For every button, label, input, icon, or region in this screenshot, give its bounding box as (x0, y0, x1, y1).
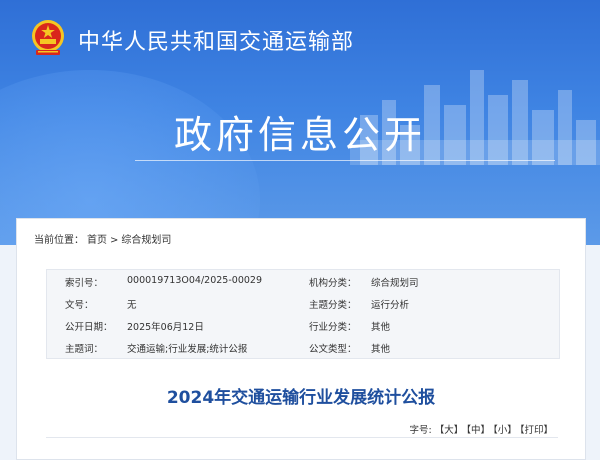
keywords-value: 交通运输;行业发展;统计公报 (127, 344, 248, 355)
document-type-label: 公文类型： (309, 344, 357, 355)
document-metadata-table: 索引号： 000019713O04/2025-00029 机构分类： 综合规划司… (46, 269, 560, 359)
document-number-value: 无 (127, 300, 137, 311)
font-small-button[interactable]: 【小】 (493, 425, 517, 436)
index-number-value: 000019713O04/2025-00029 (127, 275, 262, 286)
section-title: 政府信息公开 (173, 113, 426, 157)
content-divider (46, 437, 558, 438)
print-button[interactable]: 【打印】 (520, 425, 553, 436)
publish-date-label: 公开日期： (65, 322, 113, 333)
header-banner: 中华人民共和国交通运输部 政府信息公开 (0, 0, 600, 245)
table-row: 文号： 无 主题分类： 运行分析 (47, 292, 559, 314)
breadcrumb-separator: > (110, 235, 119, 246)
breadcrumb: 当前位置： 首页 > 综合规划司 (34, 231, 174, 246)
publish-date-value: 2025年06月12日 (127, 322, 204, 333)
topic-category-label: 主题分类： (309, 300, 357, 311)
index-number-label: 索引号： (65, 278, 104, 289)
ministry-name[interactable]: 中华人民共和国交通运输部 (78, 24, 354, 56)
breadcrumb-current-link[interactable]: 综合规划司 (121, 235, 171, 246)
title-divider (135, 160, 555, 161)
keywords-label: 主题词： (65, 344, 104, 355)
font-medium-button[interactable]: 【中】 (466, 425, 490, 436)
content-card: 当前位置： 首页 > 综合规划司 索引号： 000019713O04/2025-000… (16, 218, 586, 460)
table-row: 索引号： 000019713O04/2025-00029 机构分类： 综合规划司 (47, 270, 559, 292)
table-row: 公开日期： 2025年06月12日 行业分类： 其他 (47, 314, 559, 336)
industry-category-value: 其他 (371, 322, 391, 333)
article-title: 2024年交通运输行业发展统计公报 (166, 388, 436, 408)
breadcrumb-prefix: 当前位置： (34, 235, 84, 246)
document-type-value: 其他 (371, 344, 391, 355)
document-number-label: 文号： (65, 300, 94, 311)
table-row: 主题词： 交通运输;行业发展;统计公报 公文类型： 其他 (47, 336, 559, 358)
topic-category-value: 运行分析 (371, 300, 410, 311)
breadcrumb-home-link[interactable]: 首页 (87, 235, 107, 246)
agency-category-value: 综合规划司 (371, 278, 419, 289)
industry-category-label: 行业分类： (309, 322, 357, 333)
font-size-label: 字号: (409, 425, 432, 436)
font-large-button[interactable]: 【大】 (435, 425, 464, 436)
font-size-controls: 字号: 【大】 【中】 【小】 【打印】 (409, 422, 553, 436)
agency-category-label: 机构分类： (309, 278, 357, 289)
national-emblem-icon (32, 20, 64, 55)
